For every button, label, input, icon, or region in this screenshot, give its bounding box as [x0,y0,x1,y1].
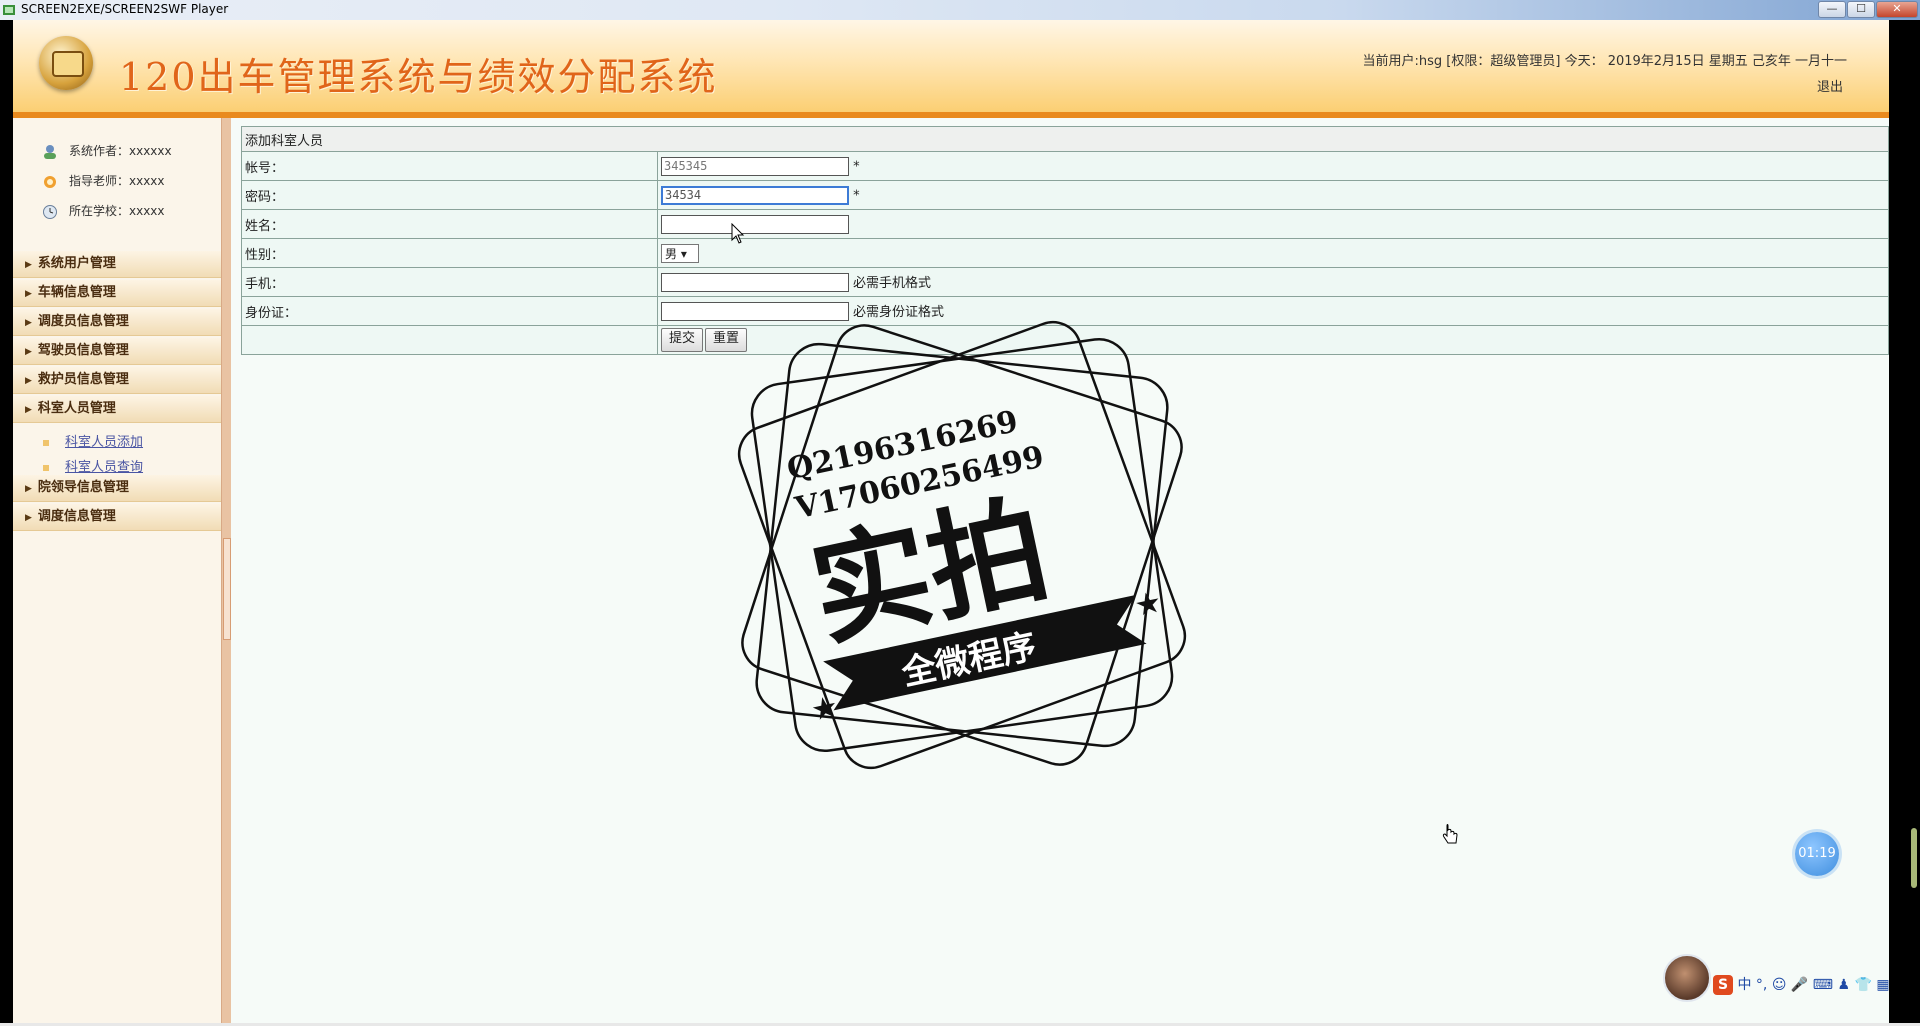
account-input[interactable] [661,156,849,176]
menu-department-staff[interactable]: ▶ 科室人员管理 [13,396,221,423]
recording-timer[interactable]: 01:19 [1795,832,1839,876]
user-icon [44,144,56,159]
minimize-button[interactable]: — [1818,1,1846,18]
name-label: 姓名： [241,209,658,239]
phone-input[interactable] [661,273,849,293]
logout-link[interactable]: 退出 [1817,76,1843,95]
menu-dispatcher-info[interactable]: ▶ 调度员信息管理 [13,309,221,336]
sogou-logo-icon[interactable]: S [1713,975,1733,995]
phone-label: 手机： [241,267,658,297]
submenu-staff-query[interactable]: 科室人员查询 [43,456,143,475]
collapse-handle[interactable] [223,538,231,640]
password-input[interactable] [661,185,849,205]
skin-icon[interactable]: 👕 [1854,977,1871,993]
keyboard-icon[interactable]: ⌨ [1813,977,1833,993]
idcard-label: 身份证： [241,296,658,326]
gender-label: 性别： [241,238,658,268]
add-staff-form: 添加科室人员 帐号： * 密码： * 姓名： 性别： 男 ▾ 手机： 必需手机格… [241,126,1889,355]
current-user-info: 当前用户:hsg [权限：超级管理员] 今天： 2019年2月15日 星期五 己… [1362,54,1847,69]
avatar[interactable] [1663,954,1711,1002]
hand-cursor-icon [1442,824,1458,844]
required-mark: * [853,159,860,174]
school-icon [43,204,57,219]
submenu-staff-add[interactable]: 科室人员添加 [43,431,143,450]
menu-driver-info[interactable]: ▶ 驾驶员信息管理 [13,338,221,365]
logo-icon [39,36,93,90]
actions-spacer [241,325,658,355]
idcard-input[interactable] [661,302,849,322]
window-title-bar: SCREEN2EXE/SCREEN2SWF Player — ☐ ✕ [0,0,1920,20]
sidebar-splitter[interactable] [221,118,231,1023]
submit-button[interactable]: 提交 [661,328,704,352]
form-title: 添加科室人员 [241,126,1889,152]
header-banner: 120出车管理系统与绩效分配系统 当前用户:hsg [权限：超级管理员] 今天：… [13,20,1889,118]
mouse-pointer-icon [731,223,745,244]
ime-mode[interactable]: 中 [1737,977,1751,993]
menu-leader-info[interactable]: ▶ 院领导信息管理 [13,475,221,502]
maximize-button[interactable]: ☐ [1847,1,1875,18]
screen-right-edge [1889,20,1920,1023]
ime-bar[interactable]: S 中 °, ☺ 🎤 ⌨ ♟ 👕 ▦ [1713,974,1890,998]
menu-rescuer-info[interactable]: ▶ 救护员信息管理 [13,367,221,394]
microphone-icon[interactable]: 🎤 [1791,977,1808,993]
author-info: 系统作者：xxxxxx [41,142,211,164]
menu-dispatch-info[interactable]: ▶ 调度信息管理 [13,504,221,531]
password-label: 密码： [241,180,658,210]
punctuation-icon[interactable]: °, [1756,977,1767,993]
required-mark: * [853,188,860,203]
app-icon [3,5,15,15]
gender-select[interactable]: 男 ▾ [661,243,699,263]
reset-button[interactable]: 重置 [705,328,748,352]
system-title: 120出车管理系统与绩效分配系统 [119,55,718,99]
school-info: 所在学校：xxxxx [41,202,211,224]
menu-system-users[interactable]: ▶ 系统用户管理 [13,251,221,278]
grid-icon[interactable]: ▦ [1876,977,1889,993]
window-title: SCREEN2EXE/SCREEN2SWF Player [21,2,229,16]
close-button[interactable]: ✕ [1876,1,1918,18]
sidebar: 系统作者：xxxxxx 指导老师：xxxxx 所在学校：xxxxx ▶ 系统用户管… [13,118,221,1023]
user-icon[interactable]: ♟ [1837,977,1850,993]
side-tab[interactable] [1911,828,1917,888]
menu-vehicle-info[interactable]: ▶ 车辆信息管理 [13,280,221,307]
phone-hint: 必需手机格式 [853,275,932,291]
account-label: 帐号： [241,151,658,181]
app-window: 120出车管理系统与绩效分配系统 当前用户:hsg [权限：超级管理员] 今天：… [13,20,1889,1023]
emoji-icon[interactable]: ☺ [1772,977,1787,993]
name-input[interactable] [661,214,849,234]
teacher-info: 指导老师：xxxxx [41,172,211,194]
chevron-down-icon: ▾ [680,246,687,261]
ime-toolbar[interactable]: S 中 °, ☺ 🎤 ⌨ ♟ 👕 ▦ [1663,954,1890,1002]
idcard-hint: 必需身份证格式 [853,304,945,320]
teacher-icon [44,175,56,188]
